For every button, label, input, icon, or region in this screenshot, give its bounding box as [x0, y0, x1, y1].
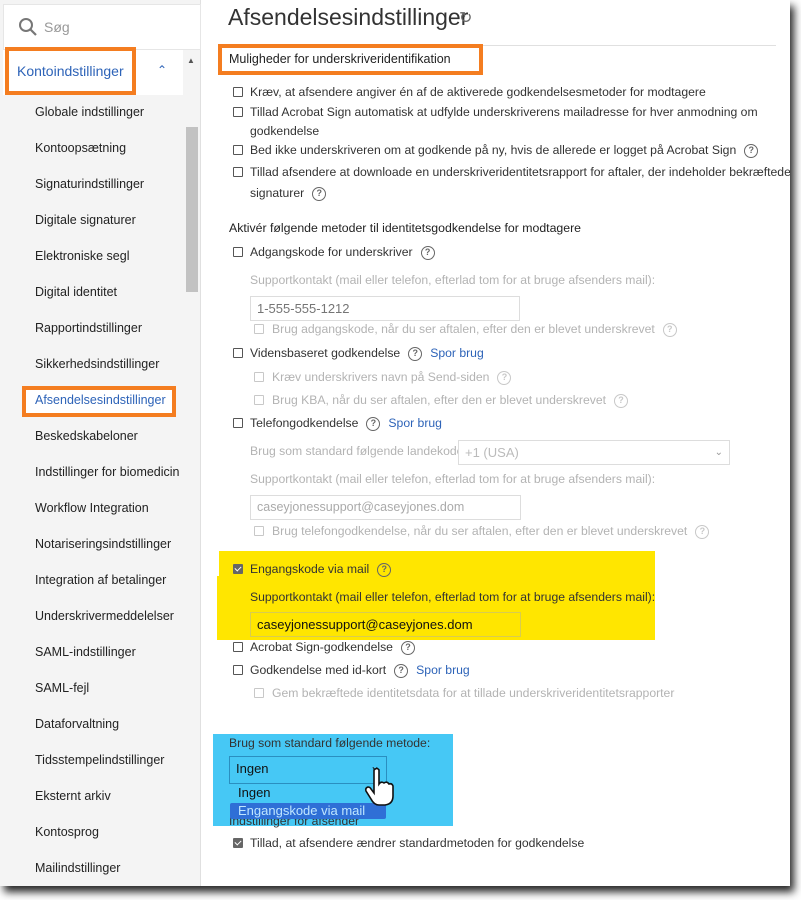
- sidebar-item[interactable]: Integration af betalinger: [35, 572, 166, 588]
- label: Engangskode via mail?: [250, 560, 392, 579]
- otp-checkbox[interactable]: [233, 564, 243, 574]
- sidebar-item[interactable]: Underskrivermeddelelser: [35, 608, 174, 624]
- checkbox[interactable]: [254, 526, 264, 536]
- sidebar-item[interactable]: Indstillinger for biomedicin: [35, 464, 180, 480]
- sidebar-item[interactable]: Beskedskabeloner: [35, 428, 138, 444]
- checkbox[interactable]: [233, 665, 243, 675]
- sidebar-item[interactable]: Eksternt arkiv: [35, 788, 111, 804]
- sidebar-item[interactable]: Sikkerhedsindstillinger: [35, 356, 159, 372]
- refresh-icon[interactable]: ↻: [459, 8, 472, 28]
- allow-change-checkbox[interactable]: [233, 838, 243, 848]
- label: Supportkontakt (mail eller telefon, efte…: [250, 472, 656, 486]
- section-heading: Aktivér følgende metoder til identitetsg…: [229, 221, 582, 235]
- help-icon[interactable]: ?: [744, 143, 759, 158]
- help-icon[interactable]: ?: [377, 562, 392, 577]
- sidebar-item[interactable]: Kontoopsætning: [35, 140, 126, 156]
- section-heading: Muligheder for underskriveridentifikatio…: [229, 52, 451, 66]
- label: godkendelse: [250, 124, 320, 138]
- label: Telefongodkendelse? Spor brug: [250, 416, 442, 431]
- label: Kræv underskrivers navn på Send-siden?: [272, 368, 512, 387]
- search-input[interactable]: Søg: [3, 4, 201, 50]
- sidebar-item[interactable]: Kontosprog: [35, 824, 99, 840]
- dropdown-option[interactable]: Ingen: [238, 785, 271, 800]
- checkbox[interactable]: [254, 372, 264, 382]
- sidebar-item[interactable]: Elektroniske segl: [35, 248, 130, 264]
- account-settings-label[interactable]: Kontoindstillinger: [17, 63, 124, 79]
- checkbox[interactable]: [254, 324, 264, 334]
- label: Vidensbaseret godkendelse? Spor brug: [250, 346, 484, 361]
- search-placeholder: Søg: [44, 19, 70, 35]
- label: Supportkontakt (mail eller telefon, efte…: [250, 590, 656, 604]
- sidebar-item[interactable]: Tidsstempelindstillinger: [35, 752, 164, 768]
- password-support-input[interactable]: [250, 296, 520, 321]
- label: Adgangskode for underskriver?: [250, 243, 435, 262]
- chevron-up-icon[interactable]: ⌃: [157, 63, 167, 77]
- label: Brug KBA, når du ser aftalen, efter den …: [272, 391, 628, 410]
- sidebar-item[interactable]: SAML-fejl: [35, 680, 89, 696]
- hand-cursor-icon: [364, 767, 394, 806]
- label: Tillad afsendere at downloade en undersk…: [250, 165, 790, 179]
- help-icon[interactable]: ?: [695, 524, 710, 539]
- help-icon[interactable]: ?: [420, 245, 435, 260]
- sidebar: Søg Kontoindstillinger ⌃ ▲ Globale indst…: [0, 0, 201, 886]
- sidebar-item[interactable]: Rapportindstillinger: [35, 320, 142, 336]
- phone-support-input[interactable]: caseyjonessupport@caseyjones.dom: [250, 495, 521, 520]
- sidebar-item[interactable]: Afsendelsesindstillinger: [35, 392, 166, 408]
- label: Tillad, at afsendere ændrer standardmeto…: [250, 836, 585, 850]
- sidebar-item[interactable]: Signaturindstillinger: [35, 176, 144, 192]
- dropdown-option-highlighted[interactable]: Engangskode via mail: [230, 803, 386, 819]
- track-usage-link[interactable]: Spor brug: [430, 346, 484, 360]
- label: signaturer?: [250, 184, 327, 203]
- main-content: Afsendelsesindstillinger ↻ Muligheder fo…: [201, 0, 790, 886]
- page-title: Afsendelsesindstillinger: [228, 4, 469, 30]
- scrollbar-thumb[interactable]: [186, 127, 198, 292]
- label: Godkendelse med id-kort? Spor brug: [250, 663, 470, 678]
- label: Supportkontakt (mail eller telefon, efte…: [250, 273, 656, 287]
- checkbox[interactable]: [254, 395, 264, 405]
- label: Acrobat Sign-godkendelse?: [250, 638, 415, 657]
- help-icon[interactable]: ?: [408, 346, 423, 361]
- checkbox[interactable]: [233, 348, 243, 358]
- checkbox[interactable]: [233, 418, 243, 428]
- country-code-select[interactable]: +1 (USA) ⌄: [458, 440, 730, 465]
- label: Kræv, at afsendere angiver én af de akti…: [250, 85, 706, 99]
- label: Brug telefongodkendelse, når du ser afta…: [272, 522, 710, 541]
- label: Tillad Acrobat Sign automatisk at udfyld…: [250, 105, 758, 119]
- track-usage-link[interactable]: Spor brug: [416, 663, 470, 677]
- help-icon[interactable]: ?: [614, 393, 628, 408]
- sidebar-item[interactable]: Workflow Integration: [35, 500, 149, 516]
- help-icon[interactable]: ?: [662, 322, 677, 337]
- label: Brug som standard følgende landekode:: [250, 444, 467, 458]
- sidebar-item[interactable]: Notariseringsindstillinger: [35, 536, 171, 552]
- sidebar-item[interactable]: Globale indstillinger: [35, 104, 144, 120]
- sidebar-item[interactable]: SAML-indstillinger: [35, 644, 136, 660]
- checkbox[interactable]: [233, 145, 243, 155]
- otp-support-input[interactable]: caseyjonessupport@caseyjones.dom: [250, 612, 521, 637]
- help-icon[interactable]: ?: [366, 416, 381, 431]
- checkbox[interactable]: [254, 688, 264, 698]
- checkbox[interactable]: [233, 247, 243, 257]
- scroll-up-arrow[interactable]: ▲: [187, 56, 195, 65]
- label: Brug adgangskode, når du ser aftalen, ef…: [272, 320, 677, 339]
- search-icon: [19, 18, 37, 36]
- help-icon[interactable]: ?: [497, 370, 512, 385]
- label: Brug som standard følgende metode:: [229, 736, 431, 750]
- checkbox[interactable]: [233, 87, 243, 97]
- track-usage-link[interactable]: Spor brug: [388, 416, 442, 430]
- chevron-down-icon: ⌄: [714, 447, 723, 458]
- sidebar-item[interactable]: Dataforvaltning: [35, 716, 119, 732]
- checkbox[interactable]: [233, 167, 243, 177]
- label: Bed ikke underskriveren om at godkende p…: [250, 141, 759, 160]
- sidebar-item[interactable]: Mailindstillinger: [35, 860, 120, 876]
- help-icon[interactable]: ?: [312, 186, 327, 201]
- label: Gem bekræftede identitetsdata for at til…: [272, 686, 675, 700]
- sidebar-item[interactable]: Digital identitet: [35, 284, 117, 300]
- checkbox[interactable]: [233, 107, 243, 117]
- checkbox[interactable]: [233, 642, 243, 652]
- help-icon[interactable]: ?: [400, 640, 415, 655]
- sidebar-item[interactable]: Digitale signaturer: [35, 212, 136, 228]
- help-icon[interactable]: ?: [394, 663, 409, 678]
